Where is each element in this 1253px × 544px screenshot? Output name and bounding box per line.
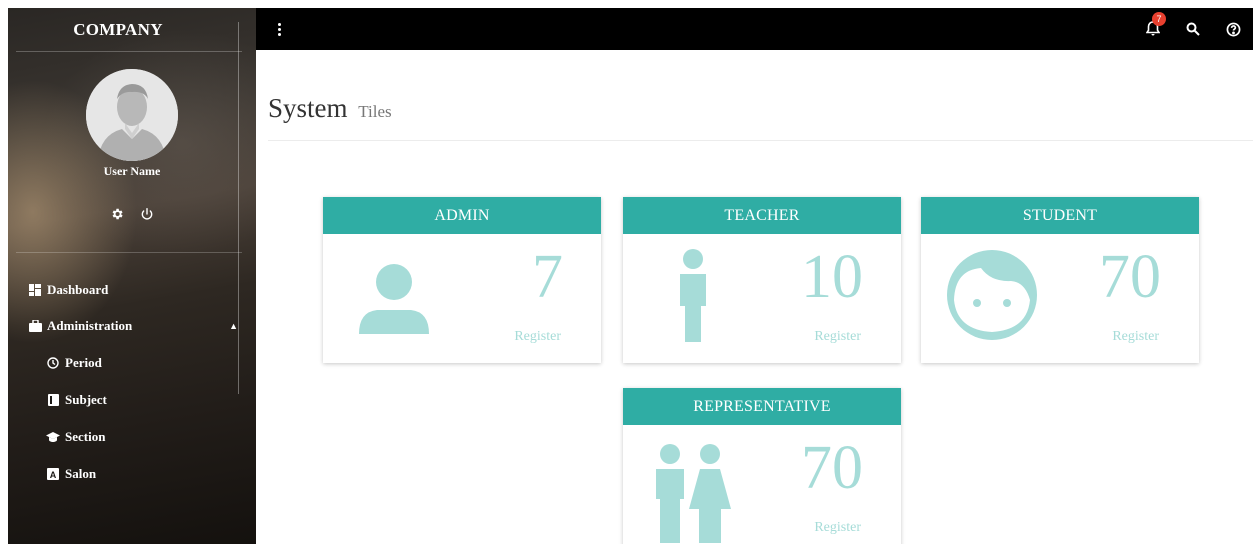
avatar[interactable]: [86, 69, 178, 161]
tile-count: 10: [801, 243, 863, 311]
topbar-actions: 7: [1133, 8, 1253, 50]
sidebar-item-label: Period: [65, 355, 102, 370]
tile-label: Register: [514, 329, 561, 344]
caret-up-icon[interactable]: ▲: [229, 321, 238, 331]
tile-representative[interactable]: REPRESENTATIVE 70 Register: [623, 388, 901, 544]
sidebar-item-label: Administration: [47, 318, 133, 333]
tile-student[interactable]: STUDENT 70 Register: [921, 197, 1199, 363]
sidebar-item-label: Dashboard: [47, 282, 109, 297]
clock-icon: [46, 356, 60, 370]
tile-title: ADMIN: [323, 197, 601, 234]
page-title-main: System: [268, 93, 348, 123]
tile-admin[interactable]: ADMIN 7 Register: [323, 197, 601, 363]
sidebar-nav: Dashboard Administration ▲ Period Subjec…: [8, 280, 256, 484]
tile-body: 70 Register: [921, 234, 1199, 363]
user-name: User Name: [103, 164, 161, 178]
tile-label: Register: [1112, 329, 1159, 344]
person-icon: [357, 262, 431, 341]
tile-teacher[interactable]: TEACHER 10 Register: [623, 197, 901, 363]
help-icon[interactable]: [1213, 8, 1253, 50]
tile-label: Register: [814, 520, 861, 535]
user-actions: [8, 206, 256, 222]
tile-count: 7: [532, 243, 563, 311]
sidebar-subitem-subject[interactable]: Subject: [8, 390, 256, 410]
notification-bell-icon[interactable]: 7: [1133, 8, 1173, 50]
tile-label: Register: [814, 329, 861, 344]
standing-person-icon: [677, 248, 709, 349]
book-icon: [46, 393, 60, 407]
notification-badge: 7: [1152, 12, 1166, 26]
briefcase-icon: [28, 319, 42, 333]
menu-kebab-icon[interactable]: [276, 19, 282, 39]
graduation-cap-icon: [46, 430, 60, 444]
parents-icon: [653, 443, 733, 544]
tile-body: 70 Register: [623, 425, 901, 544]
tile-body: 10 Register: [623, 234, 901, 363]
search-icon[interactable]: [1173, 8, 1213, 50]
sidebar-subitem-period[interactable]: Period: [8, 353, 256, 373]
page-title: System Tiles: [268, 93, 392, 124]
tile-title: STUDENT: [921, 197, 1199, 234]
child-face-icon: [945, 248, 1039, 347]
settings-gear-icon[interactable]: [109, 206, 125, 222]
sidebar-item-label: Subject: [65, 392, 107, 407]
sidebar: COMPANY User Name Dashboard Administrati…: [8, 8, 256, 544]
user-silhouette-icon: [86, 69, 178, 161]
sidebar-item-administration[interactable]: Administration ▲: [8, 316, 256, 336]
topbar: 7: [256, 8, 1253, 50]
company-name: COMPANY: [16, 8, 242, 52]
sidebar-item-label: Section: [65, 429, 106, 444]
svg-text:A: A: [50, 470, 57, 480]
tile-title: TEACHER: [623, 197, 901, 234]
letter-a-icon: A: [46, 467, 60, 481]
page-subtitle: Tiles: [358, 102, 392, 121]
sidebar-subitem-salon[interactable]: A Salon: [8, 464, 256, 484]
tile-count: 70: [1099, 243, 1161, 311]
title-divider: [268, 140, 1253, 141]
sidebar-item-dashboard[interactable]: Dashboard: [8, 280, 256, 300]
dashboard-icon: [28, 283, 42, 297]
sidebar-item-label: Salon: [65, 466, 97, 481]
power-icon[interactable]: [139, 206, 155, 222]
tile-title: REPRESENTATIVE: [623, 388, 901, 425]
tile-body: 7 Register: [323, 234, 601, 363]
sidebar-divider: [16, 252, 242, 253]
tile-count: 70: [801, 434, 863, 502]
sidebar-subitem-section[interactable]: Section: [8, 427, 256, 447]
